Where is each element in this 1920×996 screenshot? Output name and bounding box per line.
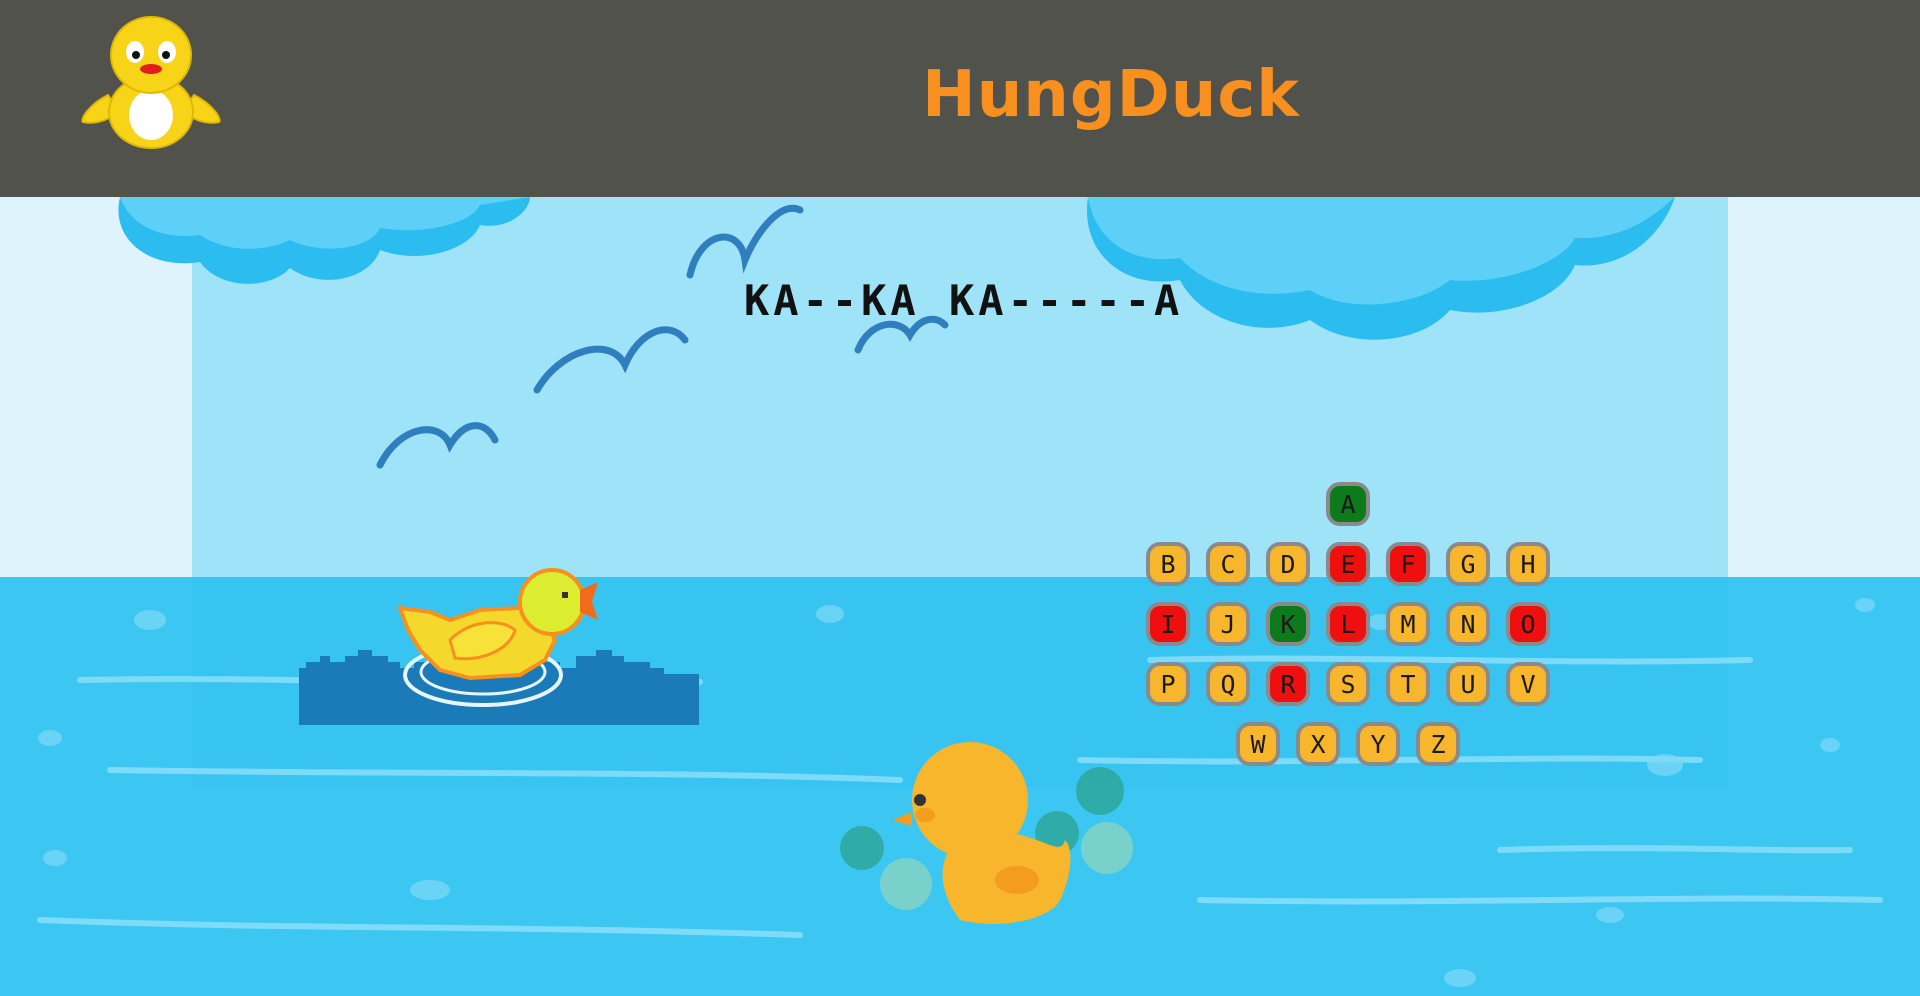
key-e[interactable]: E: [1326, 542, 1370, 586]
key-k[interactable]: K: [1266, 602, 1310, 646]
key-w[interactable]: W: [1236, 722, 1280, 766]
key-l[interactable]: L: [1326, 602, 1370, 646]
key-r[interactable]: R: [1266, 662, 1310, 706]
word-display: KA--KA KA-----A: [744, 276, 1184, 325]
key-g[interactable]: G: [1446, 542, 1490, 586]
key-y[interactable]: Y: [1356, 722, 1400, 766]
key-a[interactable]: A: [1326, 482, 1370, 526]
key-j[interactable]: J: [1206, 602, 1250, 646]
key-u[interactable]: U: [1446, 662, 1490, 706]
key-t[interactable]: T: [1386, 662, 1430, 706]
key-p[interactable]: P: [1146, 662, 1190, 706]
key-n[interactable]: N: [1446, 602, 1490, 646]
key-x[interactable]: X: [1296, 722, 1340, 766]
key-m[interactable]: M: [1386, 602, 1430, 646]
key-c[interactable]: C: [1206, 542, 1250, 586]
key-v[interactable]: V: [1506, 662, 1550, 706]
key-b[interactable]: B: [1146, 542, 1190, 586]
key-h[interactable]: H: [1506, 542, 1550, 586]
key-q[interactable]: Q: [1206, 662, 1250, 706]
key-z[interactable]: Z: [1416, 722, 1460, 766]
app-header: HungDuck: [0, 0, 1920, 197]
brand-title: HungDuck: [922, 58, 1300, 132]
key-s[interactable]: S: [1326, 662, 1370, 706]
key-d[interactable]: D: [1266, 542, 1310, 586]
key-f[interactable]: F: [1386, 542, 1430, 586]
key-o[interactable]: O: [1506, 602, 1550, 646]
key-i[interactable]: I: [1146, 602, 1190, 646]
